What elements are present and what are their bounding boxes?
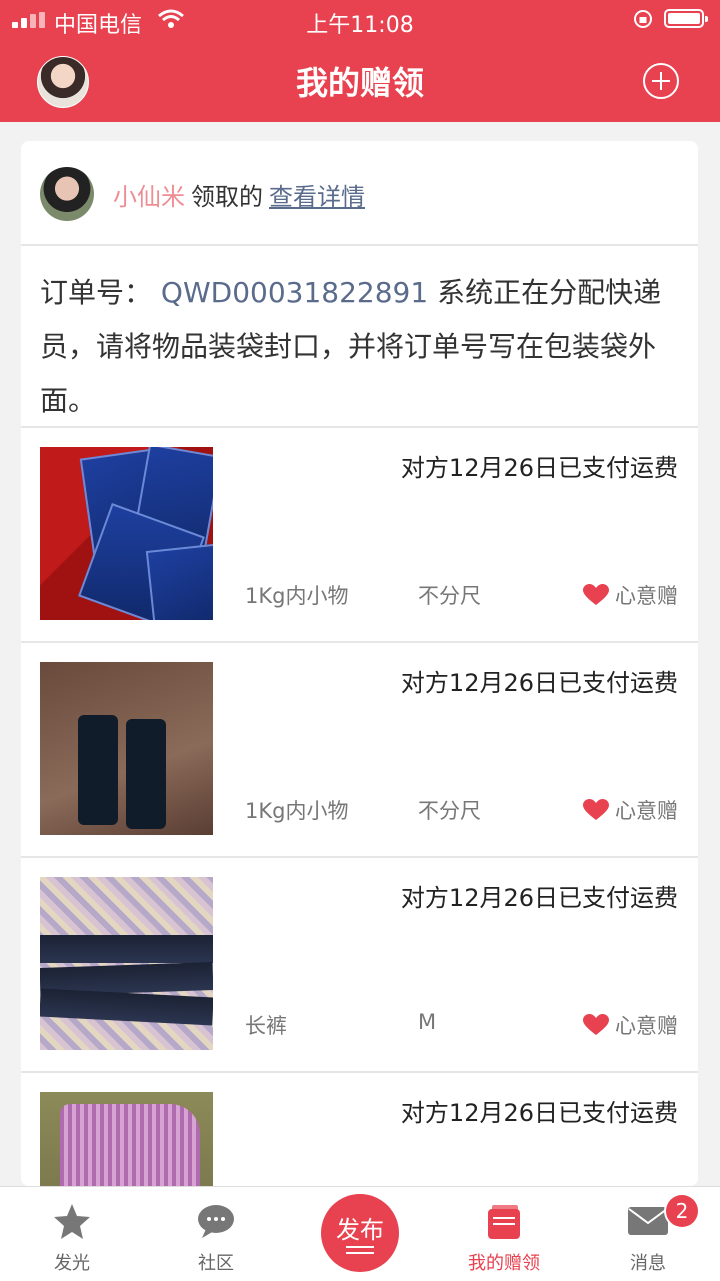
mail-icon — [628, 1207, 668, 1235]
gift-type-tag: 心意赠 — [583, 580, 678, 610]
card-header: 小仙米 领取的 查看详情 — [21, 141, 698, 246]
shipping-paid-status: 对方12月26日已支付运费 — [400, 454, 678, 482]
heart-icon — [583, 1014, 609, 1035]
item-photo — [40, 877, 213, 1050]
heart-icon — [583, 584, 609, 605]
chat-bubble-icon — [198, 1205, 234, 1238]
list-item[interactable]: 对方12月26日已支付运费 1Kg内小物 不分尺 心意赠 — [21, 643, 698, 858]
order-info: 订单号： QWD00031822891 系统正在分配快递员，请将物品装袋封口，并… — [21, 246, 698, 428]
unread-badge: 2 — [666, 1195, 698, 1227]
tab-label: 消息 — [630, 1253, 666, 1274]
heart-icon — [583, 799, 609, 820]
gift-type-label: 心意赠 — [615, 799, 678, 823]
status-time: 上午11:08 — [306, 13, 414, 38]
item-size: 不分尺 — [418, 584, 481, 608]
item-photo — [40, 662, 213, 835]
list-item[interactable]: 对方12月26日已支付运费 — [21, 1073, 698, 1186]
list-item[interactable]: 对方12月26日已支付运费 长裤 M 心意赠 — [21, 858, 698, 1073]
tab-glow[interactable]: 发光 — [0, 1187, 144, 1281]
item-photo — [40, 1092, 213, 1186]
tab-my-gifts[interactable]: 我的赠领 — [432, 1187, 576, 1281]
status-bar: 中国电信 上午11:08 — [0, 0, 720, 40]
add-circle-icon[interactable] — [643, 63, 679, 99]
publish-button[interactable]: 发布 — [321, 1194, 399, 1272]
gift-type-label: 心意赠 — [615, 584, 678, 608]
shipping-paid-status: 对方12月26日已支付运费 — [400, 884, 678, 912]
tab-label: 发光 — [54, 1253, 90, 1274]
star-icon — [54, 1204, 90, 1239]
gift-type-tag: 心意赠 — [583, 1010, 678, 1040]
gift-type-tag: 心意赠 — [583, 795, 678, 825]
tab-label: 我的赠领 — [468, 1253, 540, 1274]
shipping-paid-status: 对方12月26日已支付运费 — [400, 1099, 678, 1127]
item-size: 不分尺 — [418, 799, 481, 823]
page-title: 我的赠领 — [295, 64, 424, 102]
shipping-paid-status: 对方12月26日已支付运费 — [400, 669, 678, 697]
item-category: 1Kg内小物 — [245, 584, 349, 608]
header-bar: 中国电信 上午11:08 我的赠领 — [0, 0, 720, 122]
order-number: QWD00031822891 — [160, 276, 429, 309]
item-category: 1Kg内小物 — [245, 799, 349, 823]
order-card: 小仙米 领取的 查看详情 订单号： QWD00031822891 系统正在分配快递员… — [21, 141, 698, 1186]
publish-label: 发布 — [336, 1216, 384, 1244]
tab-label: 社区 — [198, 1253, 234, 1274]
list-item[interactable]: 对方12月26日已支付运费 1Kg内小物 不分尺 心意赠 — [21, 428, 698, 643]
gift-list-icon — [488, 1205, 520, 1239]
rotation-lock-icon — [634, 10, 652, 28]
taken-label: 领取的 — [191, 183, 263, 211]
receiver-avatar[interactable] — [40, 167, 94, 221]
view-detail-link[interactable]: 查看详情 — [269, 183, 365, 211]
item-size: M — [418, 1010, 437, 1034]
battery-icon — [664, 9, 708, 28]
tab-community[interactable]: 社区 — [144, 1187, 288, 1281]
item-photo — [40, 447, 213, 620]
order-label: 订单号： — [40, 276, 153, 309]
tab-messages[interactable]: 消息 — [576, 1187, 720, 1281]
item-category: 长裤 — [245, 1014, 287, 1038]
gift-type-label: 心意赠 — [615, 1014, 678, 1038]
receiver-name[interactable]: 小仙米 — [113, 183, 185, 211]
